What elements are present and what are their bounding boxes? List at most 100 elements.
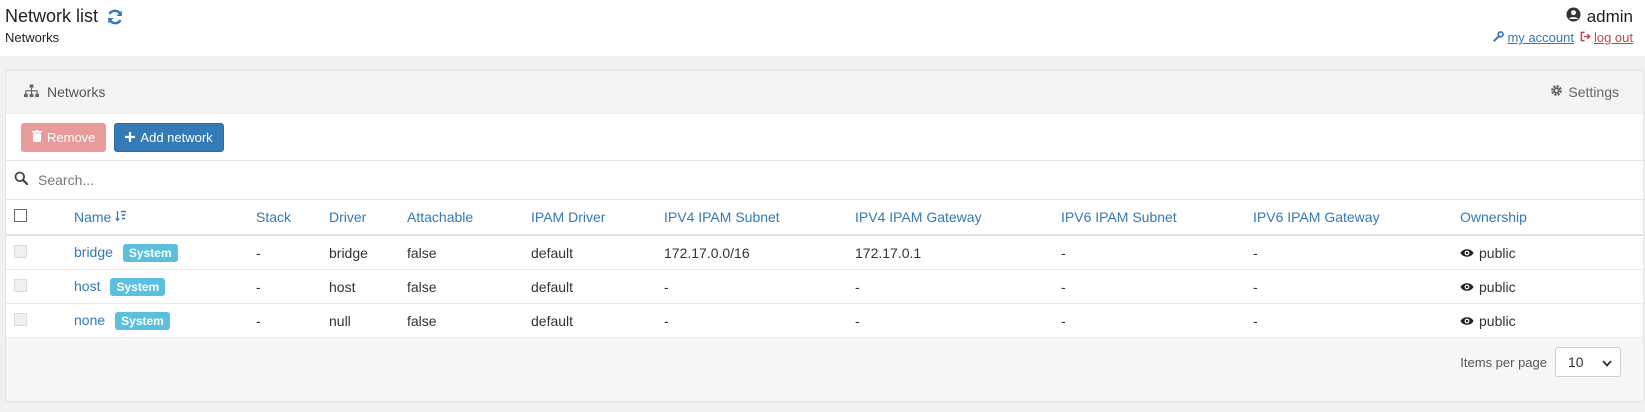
- column-header-ipv6-gateway[interactable]: IPV6 IPAM Gateway: [1253, 200, 1460, 236]
- row-checkbox[interactable]: [14, 278, 27, 292]
- networks-table: Name Stack Driver Attachable IPAM Driver…: [6, 200, 1643, 338]
- network-name-link[interactable]: host: [74, 278, 100, 294]
- attachable-cell: false: [407, 235, 531, 270]
- driver-cell: bridge: [329, 235, 407, 270]
- attachable-cell: false: [407, 303, 531, 338]
- page-title: Network list: [5, 6, 99, 26]
- settings-button[interactable]: Settings: [1550, 84, 1619, 100]
- ipv6-subnet-cell: -: [1061, 269, 1253, 304]
- ipv4-subnet-cell: -: [664, 269, 855, 304]
- items-per-page-select[interactable]: 10: [1555, 347, 1621, 377]
- my-account-label: my account: [1507, 30, 1574, 45]
- name-cell: bridge System: [74, 235, 256, 270]
- row-checkbox[interactable]: [14, 244, 27, 258]
- search-bar: [6, 160, 1643, 200]
- row-select-cell: [6, 269, 74, 304]
- log-out-label: log out: [1593, 30, 1633, 45]
- top-header: Network list Networks admin my account l…: [0, 0, 1645, 56]
- trash-icon: [32, 129, 42, 145]
- table-header-row: Name Stack Driver Attachable IPAM Driver…: [6, 200, 1643, 236]
- driver-cell: null: [329, 303, 407, 338]
- my-account-link[interactable]: my account: [1493, 30, 1574, 45]
- select-all-checkbox[interactable]: [14, 209, 27, 222]
- row-select-cell: [6, 303, 74, 338]
- action-bar: Remove Add network: [6, 114, 1643, 160]
- driver-cell: host: [329, 269, 407, 304]
- column-header-ipv4-gateway[interactable]: IPV4 IPAM Gateway: [855, 200, 1061, 236]
- ipam-driver-cell: default: [531, 235, 664, 270]
- ipam-driver-cell: default: [531, 303, 664, 338]
- ownership-label: public: [1479, 312, 1516, 329]
- ownership-cell: public: [1460, 269, 1643, 304]
- widget-title: Networks: [24, 83, 106, 101]
- log-out-link[interactable]: log out: [1580, 30, 1633, 45]
- ownership-cell: public: [1460, 303, 1643, 338]
- column-header-attachable[interactable]: Attachable: [407, 200, 531, 236]
- sort-icon: [115, 209, 127, 225]
- search-icon: [14, 171, 29, 190]
- stack-cell: -: [256, 269, 329, 304]
- column-header-stack[interactable]: Stack: [256, 200, 329, 236]
- ipv6-gateway-cell: -: [1253, 303, 1460, 338]
- column-header-name[interactable]: Name: [74, 200, 256, 236]
- username: admin: [1586, 7, 1633, 26]
- user-links: my account log out: [1493, 30, 1633, 45]
- ipv4-gateway-cell: -: [855, 269, 1061, 304]
- ipv4-subnet-cell: 172.17.0.0/16: [664, 235, 855, 270]
- name-cell: none System: [74, 303, 256, 338]
- widget-title-label: Networks: [47, 84, 106, 100]
- items-per-page-value: 10: [1568, 354, 1584, 370]
- system-badge: System: [110, 277, 166, 296]
- column-header-ipam-driver[interactable]: IPAM Driver: [531, 200, 664, 236]
- stack-cell: -: [256, 303, 329, 338]
- table-row: none System - null false default - - - - …: [6, 303, 1643, 338]
- page-title-area: Network list: [5, 6, 124, 27]
- system-badge: System: [122, 243, 178, 262]
- add-network-label: Add network: [140, 129, 213, 145]
- row-select-cell: [6, 235, 74, 270]
- ipv4-gateway-cell: 172.17.0.1: [855, 235, 1061, 270]
- wrench-icon: [1493, 30, 1505, 45]
- add-network-button[interactable]: Add network: [114, 122, 224, 152]
- search-input[interactable]: [36, 171, 640, 189]
- eye-icon: [1460, 279, 1474, 295]
- refresh-icon[interactable]: [106, 8, 124, 26]
- gear-icon: [1550, 84, 1563, 100]
- select-all-cell: [6, 200, 74, 236]
- widget-header: Networks Settings: [6, 71, 1643, 114]
- network-name-link[interactable]: bridge: [74, 244, 113, 260]
- ipv4-subnet-cell: -: [664, 303, 855, 338]
- row-checkbox[interactable]: [14, 312, 27, 326]
- table-row: host System - host false default - - - - …: [6, 269, 1643, 304]
- system-badge: System: [115, 311, 170, 330]
- items-per-page-label: Items per page: [1460, 354, 1547, 370]
- network-name-link[interactable]: none: [74, 312, 105, 328]
- user-circle-icon: [1566, 7, 1581, 27]
- ipv6-gateway-cell: -: [1253, 235, 1460, 270]
- sign-out-icon: [1580, 30, 1591, 45]
- ipv6-subnet-cell: -: [1061, 303, 1253, 338]
- ownership-label: public: [1479, 278, 1516, 295]
- table-footer: Items per page 10: [6, 338, 1643, 386]
- ipam-driver-cell: default: [531, 269, 664, 304]
- remove-button[interactable]: Remove: [21, 122, 107, 152]
- eye-icon: [1460, 313, 1474, 329]
- breadcrumb: Networks: [5, 30, 60, 45]
- ipv6-gateway-cell: -: [1253, 269, 1460, 304]
- networks-widget: Networks Settings Remove Add network Sea…: [5, 70, 1644, 402]
- column-header-ownership[interactable]: Ownership: [1460, 200, 1643, 236]
- column-header-ipv6-subnet[interactable]: IPV6 IPAM Subnet: [1061, 200, 1253, 236]
- name-cell: host System: [74, 269, 256, 304]
- attachable-cell: false: [407, 269, 531, 304]
- column-header-ipv4-subnet[interactable]: IPV4 IPAM Subnet: [664, 200, 855, 236]
- sitemap-icon: [24, 83, 39, 101]
- plus-icon: [125, 130, 136, 145]
- chevron-down-icon: [1602, 354, 1612, 370]
- remove-label: Remove: [47, 129, 96, 145]
- ipv6-subnet-cell: -: [1061, 235, 1253, 270]
- ipv4-gateway-cell: -: [855, 303, 1061, 338]
- column-header-driver[interactable]: Driver: [329, 200, 407, 236]
- user-menu: admin: [1566, 7, 1633, 27]
- eye-icon: [1460, 245, 1474, 261]
- column-label: Name: [74, 209, 112, 225]
